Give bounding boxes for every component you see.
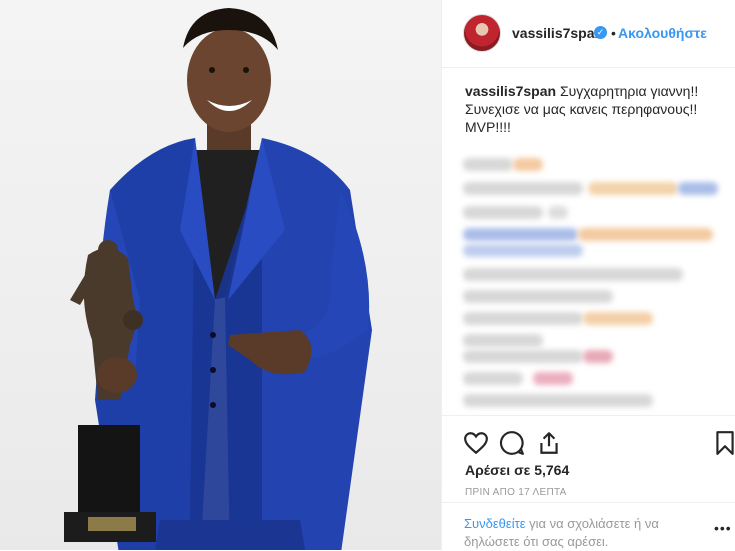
post-timestamp[interactable]: ΠΡΙΝ ΑΠΟ 17 ΛΕΠΤΑ: [465, 487, 567, 498]
separator-dot: •: [611, 25, 616, 41]
more-options-icon[interactable]: •••: [714, 520, 732, 536]
header-username[interactable]: vassilis7span: [512, 25, 603, 41]
man-with-mvp-trophy-image: [64, 8, 372, 550]
login-link[interactable]: Συνδεθείτε: [464, 516, 526, 531]
bookmark-icon[interactable]: [712, 430, 735, 456]
login-text: Συνδεθείτε για να σχολιάσετε ή να δηλώσε…: [464, 515, 694, 551]
post-caption: vassilis7span Συγχαρητηρια γιαννη!!Συνεχ…: [465, 82, 715, 136]
caption-username[interactable]: vassilis7span: [465, 83, 556, 99]
heart-icon[interactable]: [463, 430, 489, 456]
comments-list-blurred: [463, 150, 718, 415]
comment-bubble-icon[interactable]: [499, 430, 525, 456]
post-side-panel: vassilis7span ✓ • Ακολουθήστε vassilis7s…: [441, 0, 735, 550]
share-icon[interactable]: [536, 430, 562, 456]
login-prompt: Συνδεθείτε για να σχολιάσετε ή να δηλώσε…: [442, 502, 735, 551]
avatar[interactable]: [463, 14, 501, 52]
verified-badge-icon: ✓: [594, 26, 607, 39]
post-header: vassilis7span ✓ • Ακολουθήστε: [442, 0, 735, 68]
follow-button[interactable]: Ακολουθήστε: [618, 25, 707, 41]
post-photo[interactable]: [0, 0, 441, 550]
post-actions: [442, 415, 735, 455]
likes-count[interactable]: Αρέσει σε 5,764: [465, 462, 569, 478]
